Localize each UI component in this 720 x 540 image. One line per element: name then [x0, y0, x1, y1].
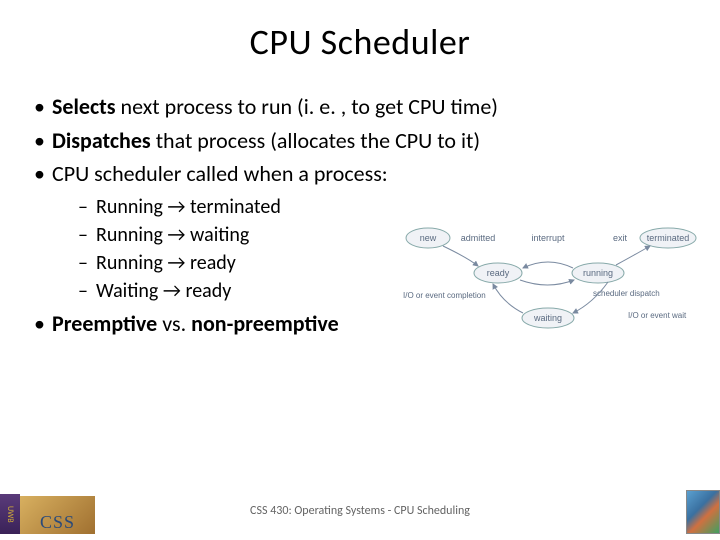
state-ready: ready [487, 268, 510, 278]
bold-dispatches: Dispatches [52, 127, 151, 154]
sub-running-terminated: Running → terminated [52, 193, 690, 221]
bullet-selects: Selects next process to run (i. e. , to … [30, 92, 690, 122]
edge-interrupt: interrupt [531, 233, 565, 243]
edge-dispatch: scheduler dispatch [593, 289, 660, 298]
logo-css-text: CSS [40, 512, 75, 533]
process-state-diagram: new ready running waiting terminated adm… [398, 218, 698, 338]
footer-text: CSS 430: Operating Systems - CPU Schedul… [250, 504, 470, 518]
logo-book-icon [686, 490, 720, 534]
page-title: CPU Scheduler [30, 20, 690, 64]
logo-css-icon: CSS [20, 496, 95, 534]
logo-uw-icon: UWB [0, 494, 20, 534]
state-terminated: terminated [647, 233, 690, 243]
bold-nonpreemptive: non-preemptive [191, 310, 338, 337]
logo-left: UWB CSS [0, 494, 95, 534]
state-waiting: waiting [533, 313, 562, 323]
edge-exit: exit [613, 233, 628, 243]
text-vs: vs. [157, 310, 191, 337]
text-called-when: CPU scheduler called when a process: [52, 160, 388, 187]
state-running: running [583, 268, 613, 278]
text-selects: next process to run (i. e. , to get CPU … [116, 93, 498, 120]
bold-selects: Selects [52, 93, 116, 120]
text-dispatches: that process (allocates the CPU to it) [151, 127, 480, 154]
bullet-dispatches: Dispatches that process (allocates the C… [30, 126, 690, 156]
slide: CPU Scheduler Selects next process to ru… [0, 0, 720, 540]
bold-preemptive: Preemptive [52, 310, 157, 337]
edge-ioevent: I/O or event completion [403, 291, 486, 300]
footer: UWB CSS CSS 430: Operating Systems - CPU… [0, 494, 720, 534]
state-new: new [420, 233, 437, 243]
edge-iowait: I/O or event wait [628, 311, 687, 320]
edge-admitted: admitted [461, 233, 496, 243]
